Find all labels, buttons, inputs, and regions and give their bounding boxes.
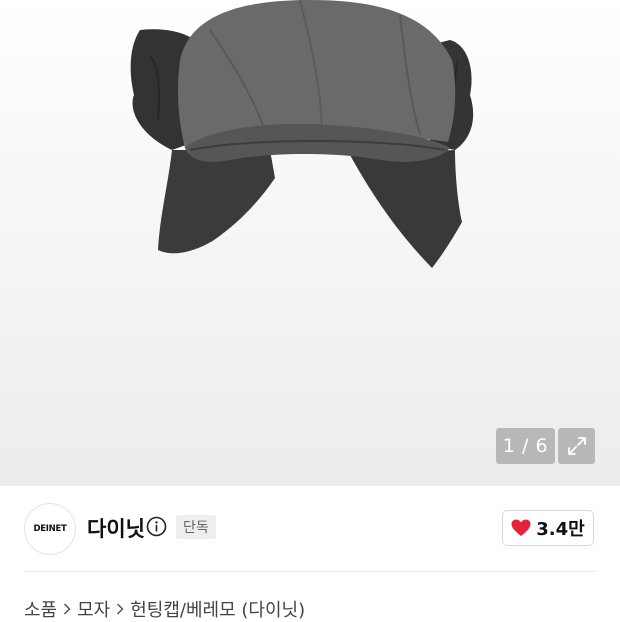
like-button[interactable]: 3.4만: [502, 510, 594, 546]
breadcrumb-item-hats[interactable]: 모자: [77, 596, 110, 622]
like-count: 3.4만: [536, 519, 585, 540]
chevron-right-icon: [115, 602, 125, 616]
brand-row: DEINET 다이닛 단독 3.4만: [0, 486, 620, 572]
breadcrumb: 소품 모자 헌팅캡/베레모 (다이닛): [24, 596, 305, 622]
exclusive-badge: 단독: [176, 515, 216, 539]
breadcrumb-item-hunting-cap[interactable]: 헌팅캡/베레모 (다이닛): [130, 596, 305, 622]
breadcrumb-item-accessories[interactable]: 소품: [24, 596, 57, 622]
brand-logo[interactable]: DEINET: [24, 503, 76, 555]
product-image: [130, 0, 474, 268]
product-image-gallery[interactable]: 1 / 6: [0, 0, 620, 486]
chevron-right-icon: [62, 602, 72, 616]
info-icon[interactable]: [146, 516, 167, 537]
image-pager: 1 / 6: [496, 428, 555, 464]
brand-name[interactable]: 다이닛: [87, 513, 145, 543]
brand-logo-text: DEINET: [33, 524, 67, 534]
expand-icon: [567, 437, 586, 455]
expand-image-button[interactable]: [558, 428, 595, 464]
heart-icon: [511, 519, 531, 536]
divider: [24, 571, 596, 572]
